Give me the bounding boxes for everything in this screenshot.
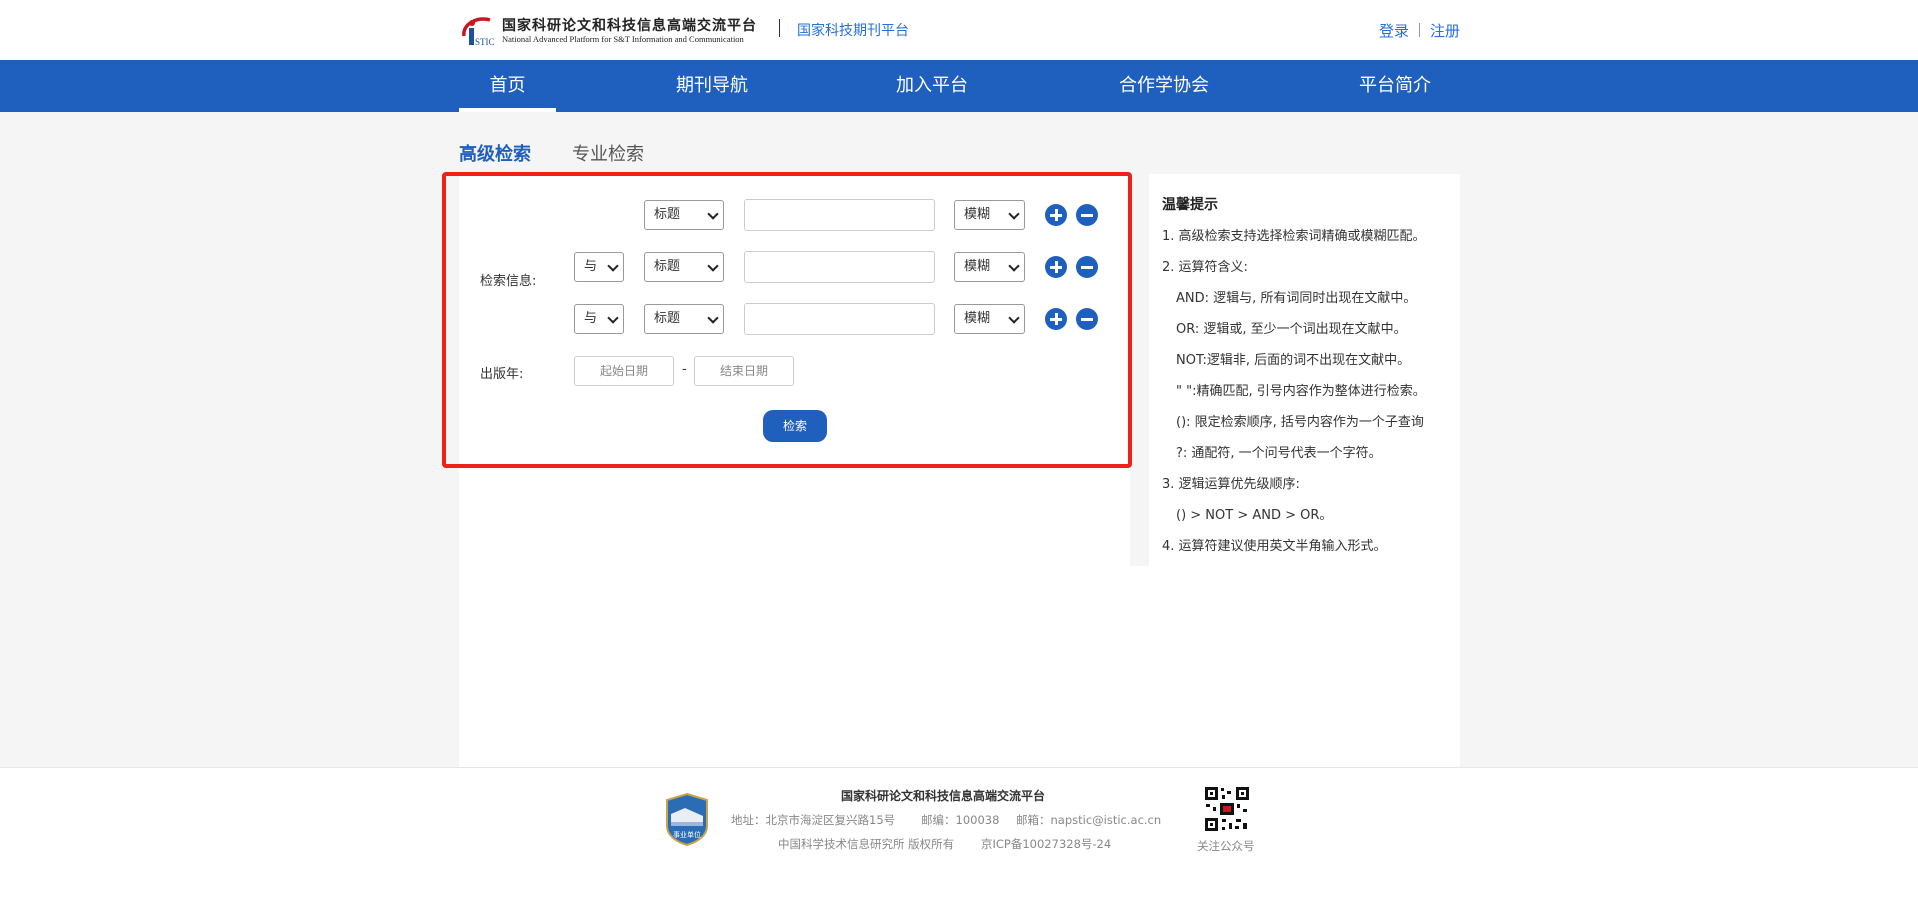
nav-item-partners[interactable]: 合作学协会: [1105, 60, 1223, 112]
tip-line: () > NOT > AND > OR。: [1176, 508, 1333, 523]
logo-mark-text: STIC: [475, 37, 495, 47]
institution-badge-icon: 事业单位: [666, 792, 708, 846]
footer-copyright: 中国科学技术信息研究所 版权所有: [778, 837, 955, 851]
tip-line: " ":精确匹配, 引号内容作为整体进行检索。: [1176, 384, 1426, 399]
tip-line: ?: 通配符, 一个问号代表一个字符。: [1176, 446, 1382, 461]
content-lower: [459, 566, 1460, 767]
qr-code-label: 关注公众号: [1197, 839, 1255, 853]
nav-item-home[interactable]: 首页: [459, 60, 556, 112]
auth-divider: [1418, 23, 1420, 37]
panel-gap: [1130, 174, 1149, 566]
login-link[interactable]: 登录: [1379, 22, 1409, 40]
nav-item-about[interactable]: 平台简介: [1350, 60, 1440, 112]
tab-advanced-search[interactable]: 高级检索: [459, 140, 531, 166]
tip-line: 4. 运算符建议使用英文半角输入形式。: [1162, 539, 1387, 554]
tip-line: 3. 逻辑运算优先级顺序:: [1162, 477, 1300, 492]
top-header: STIC 国家科研论文和科技信息高端交流平台 National Advanced…: [0, 0, 1918, 60]
logo-title-cn: 国家科研论文和科技信息高端交流平台: [502, 18, 757, 34]
footer-postcode: 邮编：100038: [921, 813, 1000, 827]
tip-line: AND: 逻辑与, 所有词同时出现在文献中。: [1176, 291, 1417, 306]
main-nav: 首页 期刊导航 加入平台 合作学协会 平台简介: [0, 60, 1918, 112]
tip-line: 2. 运算符含义:: [1162, 260, 1248, 275]
logo-title-en: National Advanced Platform for S&T Infor…: [502, 34, 744, 44]
tip-line: (): 限定检索顺序, 括号内容作为一个子查询: [1176, 415, 1424, 430]
tip-line: OR: 逻辑或, 至少一个词出现在文献中。: [1176, 322, 1407, 337]
highlight-box: [442, 172, 1132, 468]
nav-item-journals[interactable]: 期刊导航: [660, 60, 764, 112]
qr-code-icon: [1203, 785, 1251, 833]
auth-links: 登录 注册: [1379, 20, 1460, 41]
footer-icp[interactable]: 京ICP备10027328号-24: [981, 836, 1111, 852]
nav-item-join[interactable]: 加入平台: [880, 60, 984, 112]
istic-logo-icon: STIC: [462, 17, 495, 47]
footer-email: 邮箱：napstic@istic.ac.cn: [1016, 813, 1162, 827]
platform-name-link[interactable]: 国家科技期刊平台: [797, 20, 909, 40]
header-divider: [779, 19, 780, 37]
tip-line: NOT:逻辑非, 后面的词不出现在文献中。: [1176, 353, 1411, 368]
footer-address: 地址：北京市海淀区复兴路15号: [731, 813, 896, 827]
site-logo[interactable]: STIC 国家科研论文和科技信息高端交流平台 National Advanced…: [460, 14, 770, 48]
register-link[interactable]: 注册: [1430, 22, 1460, 40]
tip-line: 1. 高级检索支持选择检索词精确或模糊匹配。: [1162, 229, 1426, 244]
tab-professional-search[interactable]: 专业检索: [572, 140, 644, 166]
badge-text: 事业单位: [673, 830, 701, 839]
footer-title: 国家科研论文和科技信息高端交流平台: [841, 789, 1046, 803]
tips-title: 温馨提示: [1162, 197, 1218, 213]
